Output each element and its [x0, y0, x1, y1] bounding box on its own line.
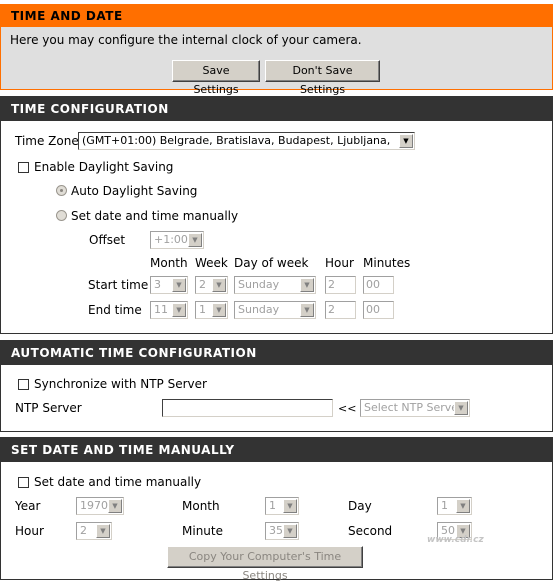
month-label: Month: [182, 499, 220, 513]
value: 2: [199, 278, 206, 291]
dont-save-settings-button[interactable]: Don't Save Settings: [265, 60, 380, 96]
chevron-down-icon: ▼: [283, 524, 297, 538]
ntp-server-label: NTP Server: [15, 401, 82, 415]
manual-daylight-saving-label: Set date and time manually: [71, 209, 239, 223]
minute-label: Minute: [182, 524, 223, 538]
start-week-select[interactable]: 2 ▼: [195, 276, 228, 294]
start-minutes-input[interactable]: 00: [363, 276, 394, 294]
time-and-date-panel: TIME AND DATE Here you may configure the…: [0, 4, 553, 96]
watermark: www.cdr.cz: [427, 535, 484, 545]
sync-ntp-checkbox[interactable]: [18, 379, 29, 390]
value: 1: [441, 499, 448, 512]
chevron-down-icon: ▼: [212, 303, 226, 317]
end-hour-input[interactable]: 2: [325, 301, 356, 319]
value: 11: [154, 303, 168, 316]
value: Sunday: [238, 303, 280, 316]
value: Select NTP Server: [364, 401, 463, 414]
end-week-select[interactable]: 1 ▼: [195, 301, 228, 319]
auto-daylight-saving-label: Auto Daylight Saving: [71, 184, 198, 198]
ntp-server-input[interactable]: [162, 399, 333, 417]
sync-ntp-label: Synchronize with NTP Server: [34, 377, 207, 391]
second-label: Second: [348, 524, 393, 538]
chevron-down-icon: ▼: [212, 278, 226, 292]
hour-select[interactable]: 2 ▼: [76, 522, 112, 540]
chevron-down-icon: ▼: [399, 134, 413, 148]
start-hour-input[interactable]: 2: [325, 276, 356, 294]
value: 1: [199, 303, 206, 316]
minute-select[interactable]: 35 ▼: [265, 522, 299, 540]
value: 1: [269, 499, 276, 512]
chevron-down-icon: ▼: [300, 278, 314, 292]
end-month-select[interactable]: 11 ▼: [150, 301, 188, 319]
day-label: Day: [348, 499, 372, 513]
auto-daylight-saving-radio[interactable]: [56, 185, 67, 196]
chevron-down-icon: ▼: [300, 303, 314, 317]
month-select[interactable]: 1 ▼: [265, 497, 299, 515]
time-zone-select[interactable]: (GMT+01:00) Belgrade, Bratislava, Budape…: [78, 132, 415, 150]
set-manually-label: Set date and time manually: [34, 475, 202, 489]
automatic-time-configuration-panel: AUTOMATIC TIME CONFIGURATION Synchronize…: [0, 340, 553, 432]
value: 3: [154, 278, 161, 291]
chevron-down-icon: ▼: [283, 499, 297, 513]
end-time-label: End time: [88, 303, 142, 317]
section-title: AUTOMATIC TIME CONFIGURATION: [1, 341, 552, 365]
value: 2: [80, 524, 87, 537]
time-zone-value: (GMT+01:00) Belgrade, Bratislava, Budape…: [82, 134, 391, 147]
offset-value: +1:00: [154, 233, 188, 246]
year-select[interactable]: 1970 ▼: [76, 497, 124, 515]
enable-daylight-saving-checkbox[interactable]: [18, 162, 29, 173]
start-month-select[interactable]: 3 ▼: [150, 276, 188, 294]
set-date-time-manually-panel: SET DATE AND TIME MANUALLY Set date and …: [0, 437, 553, 582]
offset-select[interactable]: +1:00 ▼: [150, 231, 204, 249]
section-title: TIME CONFIGURATION: [1, 97, 552, 121]
start-time-label: Start time: [88, 278, 149, 292]
col-month: Month: [150, 256, 188, 270]
description: Here you may configure the internal cloc…: [10, 33, 362, 47]
start-day-select[interactable]: Sunday ▼: [234, 276, 316, 294]
chevron-down-icon: ▼: [172, 303, 186, 317]
enable-daylight-saving-label: Enable Daylight Saving: [34, 160, 174, 174]
manual-daylight-saving-radio[interactable]: [56, 210, 67, 221]
col-day-of-week: Day of week: [234, 256, 309, 270]
chevron-down-icon: ▼: [96, 524, 110, 538]
value: 1970: [80, 499, 108, 512]
copy-computer-time-button[interactable]: Copy Your Computer's Time Settings: [167, 546, 363, 582]
chevron-down-icon: ▼: [454, 401, 468, 415]
col-hour: Hour: [325, 256, 354, 270]
chevron-down-icon: ▼: [456, 499, 470, 513]
ntp-server-select[interactable]: Select NTP Server ▼: [360, 399, 470, 417]
chevron-down-icon: ▼: [108, 499, 122, 513]
arrows-label: <<: [338, 402, 357, 415]
value: Sunday: [238, 278, 280, 291]
hour-label: Hour: [15, 524, 44, 538]
end-day-select[interactable]: Sunday ▼: [234, 301, 316, 319]
chevron-down-icon: ▼: [188, 233, 202, 247]
time-configuration-panel: TIME CONFIGURATION Time Zone (GMT+01:00)…: [0, 96, 553, 334]
day-select[interactable]: 1 ▼: [437, 497, 472, 515]
set-manually-checkbox[interactable]: [18, 477, 29, 488]
col-minutes: Minutes: [363, 256, 411, 270]
section-title: SET DATE AND TIME MANUALLY: [1, 438, 552, 462]
offset-label: Offset: [89, 233, 126, 247]
col-week: Week: [195, 256, 228, 270]
time-zone-label: Time Zone: [15, 134, 79, 148]
value: 35: [269, 524, 283, 537]
save-settings-button[interactable]: Save Settings: [172, 60, 260, 96]
chevron-down-icon: ▼: [172, 278, 186, 292]
year-label: Year: [15, 499, 41, 513]
end-minutes-input[interactable]: 00: [363, 301, 394, 319]
section-title: TIME AND DATE: [1, 5, 552, 27]
